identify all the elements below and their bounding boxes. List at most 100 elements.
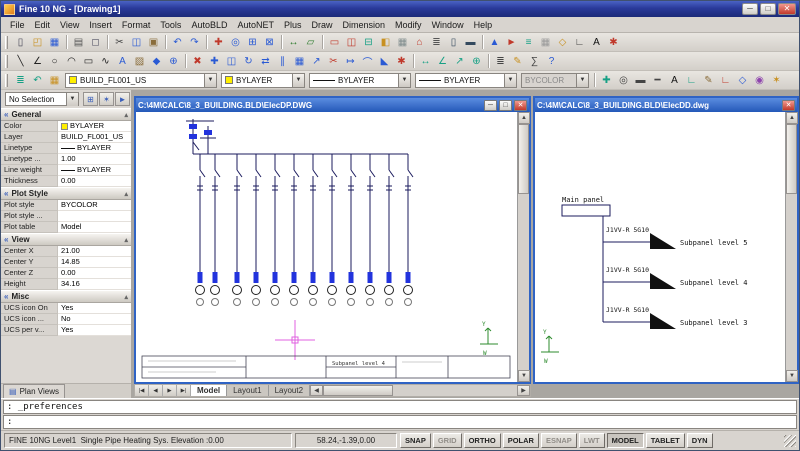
fillet-icon[interactable]: ⌒ xyxy=(359,53,376,69)
elecdd-vertical-scrollbar[interactable]: ▲ ▼ xyxy=(785,112,797,382)
zoom-window-icon[interactable]: ⊞ xyxy=(244,34,261,50)
window-icon[interactable]: ⊟ xyxy=(360,34,377,50)
property-value[interactable]: Yes xyxy=(58,303,131,314)
tab-nav-last[interactable]: ▶| xyxy=(177,385,191,396)
status-toggle-esnap[interactable]: ESNAP xyxy=(541,433,577,448)
layer-isolate-icon[interactable]: ◎ xyxy=(615,72,632,88)
explode-icon[interactable]: ✱ xyxy=(393,53,410,69)
paste-icon[interactable]: ▣ xyxy=(145,34,162,50)
minimize-button[interactable]: ─ xyxy=(742,3,758,15)
elecdp-horizontal-scrollbar[interactable]: ◀ ▶ xyxy=(310,385,530,396)
zoom-realtime-icon[interactable]: ◎ xyxy=(227,34,244,50)
layer-states-icon[interactable]: ▦ xyxy=(46,72,63,88)
text-style-manager-icon[interactable]: A xyxy=(666,72,683,88)
status-toggle-model[interactable]: MODEL xyxy=(607,433,644,448)
dim-center-icon[interactable]: ⊕ xyxy=(468,53,485,69)
elecdd-title-bar[interactable]: C:\4M\CALC\8_3_BUILDING.BLD\ElecDD.dwg ✕ xyxy=(535,98,797,112)
save-icon[interactable]: ▦ xyxy=(46,34,63,50)
resize-grip[interactable] xyxy=(784,435,796,447)
calculator-icon[interactable]: ∑ xyxy=(526,53,543,69)
menu-format[interactable]: Format xyxy=(117,19,156,31)
title-bar[interactable]: Fine 10 NG - [Drawing1] ─ □ ✕ xyxy=(1,1,799,17)
door-icon[interactable]: ◧ xyxy=(377,34,394,50)
block-icon[interactable]: ◆ xyxy=(148,53,165,69)
style-edit-icon[interactable]: ✎ xyxy=(700,72,717,88)
property-value[interactable]: Model xyxy=(58,222,131,233)
section-header-general[interactable]: «General▴ xyxy=(1,108,131,121)
scroll-down-icon[interactable]: ▼ xyxy=(518,370,530,382)
menu-dimension[interactable]: Dimension xyxy=(338,19,391,31)
property-value[interactable]: 14.85 xyxy=(58,257,131,268)
dropdown-arrow-icon[interactable]: ▼ xyxy=(66,93,78,106)
coordinates-display[interactable]: 58.24,-1.39,0.00 xyxy=(295,433,397,448)
trim-icon[interactable]: ✂ xyxy=(325,53,342,69)
open-icon[interactable]: ◰ xyxy=(29,34,46,50)
view-3d-icon[interactable]: ▲ xyxy=(486,34,503,50)
section-header-plot-style[interactable]: «Plot Style▴ xyxy=(1,187,131,200)
named-views-icon[interactable]: ◇ xyxy=(734,72,751,88)
zoom-extents-icon[interactable]: ⊠ xyxy=(261,34,278,50)
layer-previous-icon[interactable]: ↶ xyxy=(29,72,46,88)
ortho-icon[interactable]: ∟ xyxy=(571,34,588,50)
text-style-icon[interactable]: A xyxy=(588,34,605,50)
menu-edit[interactable]: Edit xyxy=(30,19,56,31)
property-value[interactable]: 1.00 xyxy=(58,154,131,165)
insert-block-icon[interactable]: ⊕ xyxy=(165,53,182,69)
menu-insert[interactable]: Insert xyxy=(84,19,117,31)
beam-icon[interactable]: ▬ xyxy=(462,34,479,50)
copy-icon[interactable]: ◫ xyxy=(128,34,145,50)
property-value[interactable] xyxy=(58,211,131,222)
status-toggle-dyn[interactable]: DYN xyxy=(687,433,713,448)
tab-layout1[interactable]: Layout1 xyxy=(227,385,268,396)
roof-icon[interactable]: ⌂ xyxy=(411,34,428,50)
toggle-value-icon[interactable]: ⊞ xyxy=(83,92,98,106)
menu-draw[interactable]: Draw xyxy=(307,19,338,31)
copy-object-icon[interactable]: ◫ xyxy=(223,53,240,69)
undo-icon[interactable]: ↶ xyxy=(169,34,186,50)
arc-icon[interactable]: ◠ xyxy=(63,53,80,69)
scroll-left-icon[interactable]: ◀ xyxy=(310,385,323,396)
menu-autobld[interactable]: AutoBLD xyxy=(186,19,232,31)
move-icon[interactable]: ✚ xyxy=(206,53,223,69)
maximize-button[interactable]: □ xyxy=(760,3,776,15)
property-value[interactable]: No xyxy=(58,314,131,325)
section-collapse-icon[interactable]: ▴ xyxy=(124,111,128,119)
section-header-misc[interactable]: «Misc▴ xyxy=(1,290,131,303)
property-value[interactable]: 21.00 xyxy=(58,246,131,257)
scrollbar-thumb[interactable] xyxy=(518,124,529,194)
circle-icon[interactable]: ○ xyxy=(46,53,63,69)
chamfer-icon[interactable]: ◣ xyxy=(376,53,393,69)
section-collapse-icon[interactable]: ▴ xyxy=(124,190,128,198)
erase-icon[interactable]: ✖ xyxy=(189,53,206,69)
property-value[interactable]: 34.16 xyxy=(58,279,131,290)
dropdown-arrow-icon[interactable]: ▼ xyxy=(292,74,304,87)
scroll-up-icon[interactable]: ▲ xyxy=(786,112,798,124)
ucs-icon[interactable]: ∟ xyxy=(717,72,734,88)
dim-linear-icon[interactable]: ↔ xyxy=(417,53,434,69)
child-restore-button[interactable]: □ xyxy=(499,100,512,111)
dim-angular-icon[interactable]: ∠ xyxy=(434,53,451,69)
print-icon[interactable]: ▤ xyxy=(70,34,87,50)
status-toggle-ortho[interactable]: ORTHO xyxy=(464,433,501,448)
status-toggle-tablet[interactable]: TABLET xyxy=(646,433,685,448)
dropdown-arrow-icon[interactable]: ▼ xyxy=(398,74,410,87)
dropdown-arrow-icon[interactable]: ▼ xyxy=(504,74,516,87)
property-value[interactable]: 0.00 xyxy=(58,176,131,187)
polyline-icon[interactable]: ∠ xyxy=(29,53,46,69)
selection-combo[interactable]: No Selection ▼ xyxy=(5,92,79,106)
line-icon[interactable]: ╲ xyxy=(12,53,29,69)
layer-manager-icon[interactable]: ≣ xyxy=(12,72,29,88)
status-toggle-grid[interactable]: GRID xyxy=(433,433,462,448)
scrollbar-track[interactable] xyxy=(786,194,797,370)
print-preview-icon[interactable]: ◻ xyxy=(87,34,104,50)
tab-nav-first[interactable]: |◀ xyxy=(135,385,149,396)
pan-icon[interactable]: ✚ xyxy=(210,34,227,50)
cut-icon[interactable]: ✂ xyxy=(111,34,128,50)
child-minimize-button[interactable]: ─ xyxy=(484,100,497,111)
menu-modify[interactable]: Modify xyxy=(390,19,427,31)
area-icon[interactable]: ▱ xyxy=(302,34,319,50)
color-combo[interactable]: BYLAYER ▼ xyxy=(221,73,305,88)
status-toggle-polar[interactable]: POLAR xyxy=(503,433,539,448)
leader-icon[interactable]: ↗ xyxy=(451,53,468,69)
scrollbar-track[interactable] xyxy=(518,194,529,370)
